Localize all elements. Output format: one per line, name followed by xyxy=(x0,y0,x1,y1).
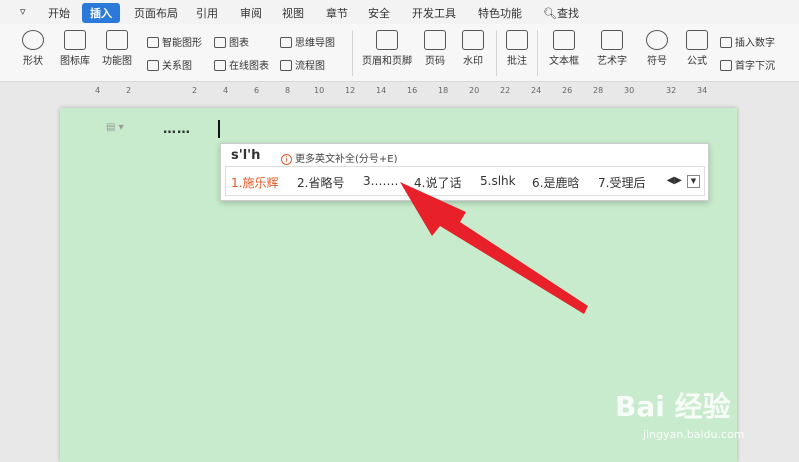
baidu-watermark-url: jingyan.baidu.com xyxy=(643,428,745,441)
baidu-watermark-logo: Bai 经验 xyxy=(615,390,731,423)
red-arrow-shape xyxy=(400,182,588,314)
